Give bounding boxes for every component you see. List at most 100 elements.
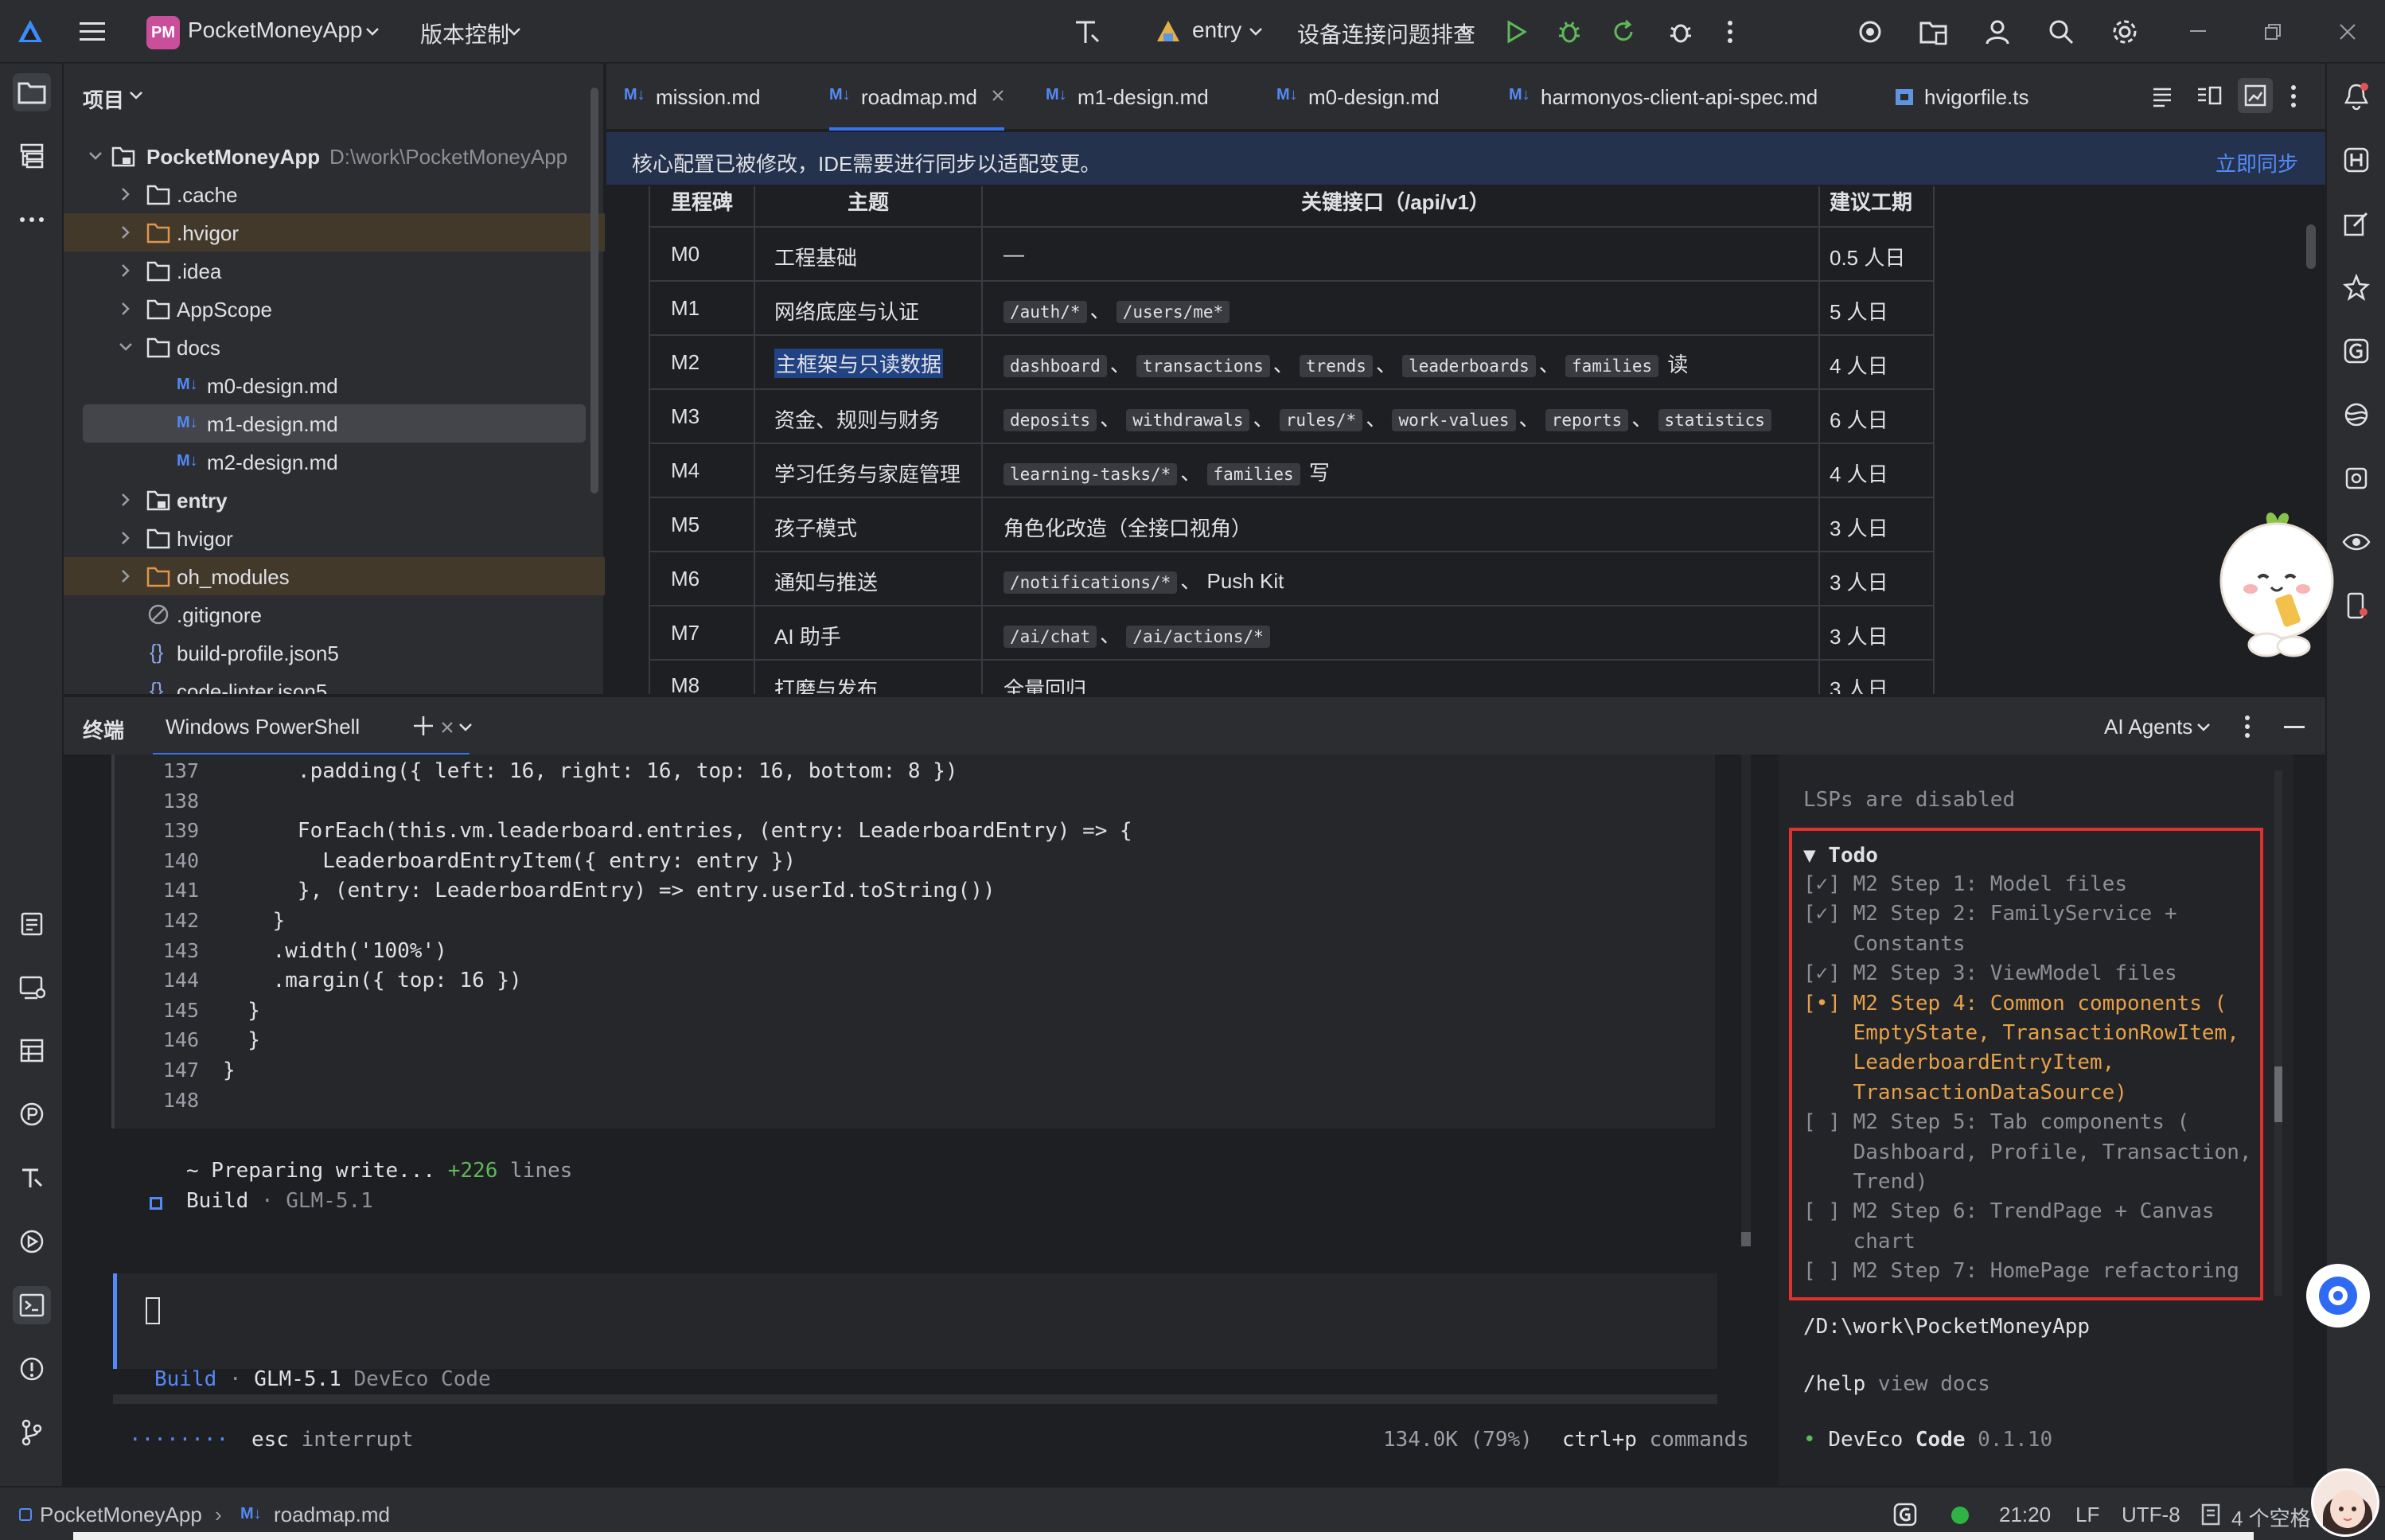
structure-tool-icon[interactable] <box>13 137 51 175</box>
app-logo-icon[interactable] <box>13 14 48 49</box>
terminal-tool-icon[interactable] <box>13 1286 51 1324</box>
todo-scrollbar[interactable] <box>2274 770 2282 1296</box>
tree-item[interactable]: docs <box>64 328 605 366</box>
module-icon <box>19 1508 32 1521</box>
close-tab-icon[interactable] <box>992 89 1004 102</box>
editor-scrollbar[interactable] <box>2306 224 2316 269</box>
module-icon[interactable] <box>1151 14 1186 49</box>
project-name[interactable]: PocketMoneyApp <box>188 18 362 43</box>
ai-assistant-icon[interactable] <box>2338 269 2375 306</box>
main-menu-icon[interactable] <box>75 14 110 49</box>
project-panel: 项目 PocketMoneyApp D:\work\PocketMoneyApp… <box>64 64 605 694</box>
chevron-down-icon[interactable] <box>355 14 390 49</box>
table-cell: 学习任务与家庭管理 <box>774 462 961 486</box>
preview-eye-icon[interactable] <box>2338 524 2375 560</box>
todo-title[interactable]: ▼ Todo <box>1803 844 1878 867</box>
preview-mode-split-icon[interactable] <box>2196 84 2222 108</box>
more-vertical-icon[interactable] <box>2244 715 2251 739</box>
todo-tool-icon[interactable] <box>13 904 51 942</box>
search-icon[interactable] <box>2044 14 2079 49</box>
services-tool-icon[interactable] <box>13 1222 51 1261</box>
table-cell-selected[interactable]: 主框架与只读数据 <box>774 349 944 378</box>
minimize-panel-icon[interactable] <box>2284 726 2305 729</box>
breadcrumb-project[interactable]: PocketMoneyApp <box>40 1503 202 1527</box>
run-config-selector[interactable]: entry <box>1192 18 1241 43</box>
code-with-me-icon[interactable] <box>1853 14 1888 49</box>
layout-tool-icon[interactable] <box>13 1031 51 1070</box>
account-icon[interactable] <box>1980 14 2015 49</box>
browser-icon[interactable] <box>2338 396 2375 433</box>
terminal-scrollbar-track[interactable] <box>1741 754 1751 1246</box>
breadcrumb-file[interactable]: roadmap.md <box>274 1503 390 1527</box>
codegenie-icon[interactable] <box>2338 333 2375 369</box>
close-window-icon[interactable] <box>2330 14 2365 49</box>
project-scrollbar[interactable] <box>590 88 598 493</box>
tree-item[interactable]: M↓ m2-design.md <box>64 443 605 481</box>
tree-item-selected[interactable]: M↓ m1-design.md <box>64 404 605 443</box>
indent-setting[interactable]: 4 个空格 <box>2231 1503 2311 1532</box>
tree-item[interactable]: {} build-profile.json5 <box>64 634 605 672</box>
device-preview-icon[interactable] <box>2338 587 2375 624</box>
notifications-icon[interactable] <box>2338 78 2375 115</box>
debug-icon[interactable] <box>1552 14 1587 49</box>
caret-position[interactable]: 21:20 <box>1999 1503 2051 1527</box>
more-tools-icon[interactable] <box>13 201 51 239</box>
chevron-down-icon[interactable] <box>458 723 473 732</box>
new-terminal-icon[interactable] <box>412 715 435 737</box>
sync-now-link[interactable]: 立即同步 <box>2215 148 2298 177</box>
status-ok-indicator[interactable] <box>1951 1507 1969 1524</box>
typography-icon[interactable] <box>1070 14 1105 49</box>
device-manager-icon[interactable] <box>2338 460 2375 497</box>
line-separator[interactable]: LF <box>2075 1503 2099 1527</box>
tree-item[interactable]: hvigor <box>64 519 605 557</box>
profiler-tool-icon[interactable] <box>13 1095 51 1133</box>
tree-item[interactable]: .idea <box>64 251 605 290</box>
device-manager-icon[interactable] <box>1916 14 1951 49</box>
tree-item[interactable]: oh_modules <box>64 557 605 595</box>
harmony-icon[interactable] <box>2338 142 2375 178</box>
tree-item[interactable]: entry <box>64 481 605 519</box>
chevron-down-icon[interactable] <box>1238 14 1273 49</box>
preview-mode-preview-icon[interactable] <box>2238 78 2273 113</box>
codegenie-status-icon[interactable] <box>1892 1502 1918 1527</box>
minimize-icon[interactable] <box>2180 14 2215 49</box>
tree-item[interactable]: {} code-linter.json5 <box>64 672 605 694</box>
chevron-down-icon[interactable] <box>2196 723 2211 732</box>
mascot-sticker[interactable] <box>2217 501 2336 669</box>
preview-mode-editor-icon[interactable] <box>2150 84 2174 108</box>
restore-icon[interactable] <box>2255 14 2290 49</box>
build-tool-icon[interactable] <box>13 1159 51 1197</box>
prompt-input[interactable] <box>113 1273 1717 1369</box>
table-cell: 6 人日 <box>1830 408 1888 432</box>
run-icon[interactable] <box>1498 14 1533 49</box>
git-tool-icon[interactable] <box>13 1413 51 1452</box>
tree-item[interactable]: .cache <box>64 175 605 213</box>
more-vertical-icon[interactable] <box>2290 84 2297 108</box>
edit-icon[interactable] <box>2338 205 2375 242</box>
chevron-down-icon[interactable] <box>497 14 532 49</box>
tree-root[interactable]: PocketMoneyApp D:\work\PocketMoneyApp <box>64 137 605 175</box>
problems-tool-icon[interactable] <box>13 1350 51 1388</box>
floating-assistant-button[interactable] <box>2306 1264 2370 1328</box>
project-tool-icon[interactable] <box>13 73 51 111</box>
chevron-down-icon[interactable] <box>1448 14 1483 49</box>
close-tab-icon[interactable] <box>441 721 454 734</box>
tree-item[interactable]: M↓ m0-design.md <box>64 366 605 404</box>
chevron-down-icon[interactable] <box>129 91 143 100</box>
tree-item[interactable]: AppScope <box>64 290 605 328</box>
project-badge[interactable]: PM <box>146 16 180 49</box>
more-vertical-icon[interactable] <box>1713 14 1748 49</box>
terminal-body[interactable]: 137 .padding({ left: 16, right: 16, top:… <box>64 754 2325 1486</box>
tree-item[interactable]: .gitignore <box>64 595 605 634</box>
ai-agents-selector[interactable]: AI Agents <box>2104 715 2192 739</box>
attach-debugger-icon[interactable] <box>1663 14 1698 49</box>
avatar[interactable] <box>2311 1468 2379 1537</box>
tab-roadmap-active[interactable]: M↓ roadmap.md <box>829 64 1004 131</box>
project-panel-title[interactable]: 项目 <box>83 84 124 114</box>
file-encoding[interactable]: UTF-8 <box>2122 1503 2180 1527</box>
table-cell: M3 <box>671 404 700 428</box>
log-tool-icon[interactable] <box>13 968 51 1006</box>
tree-item[interactable]: .hvigor <box>64 213 605 251</box>
gear-icon[interactable] <box>2107 14 2142 49</box>
apply-changes-icon[interactable] <box>1606 14 1641 49</box>
